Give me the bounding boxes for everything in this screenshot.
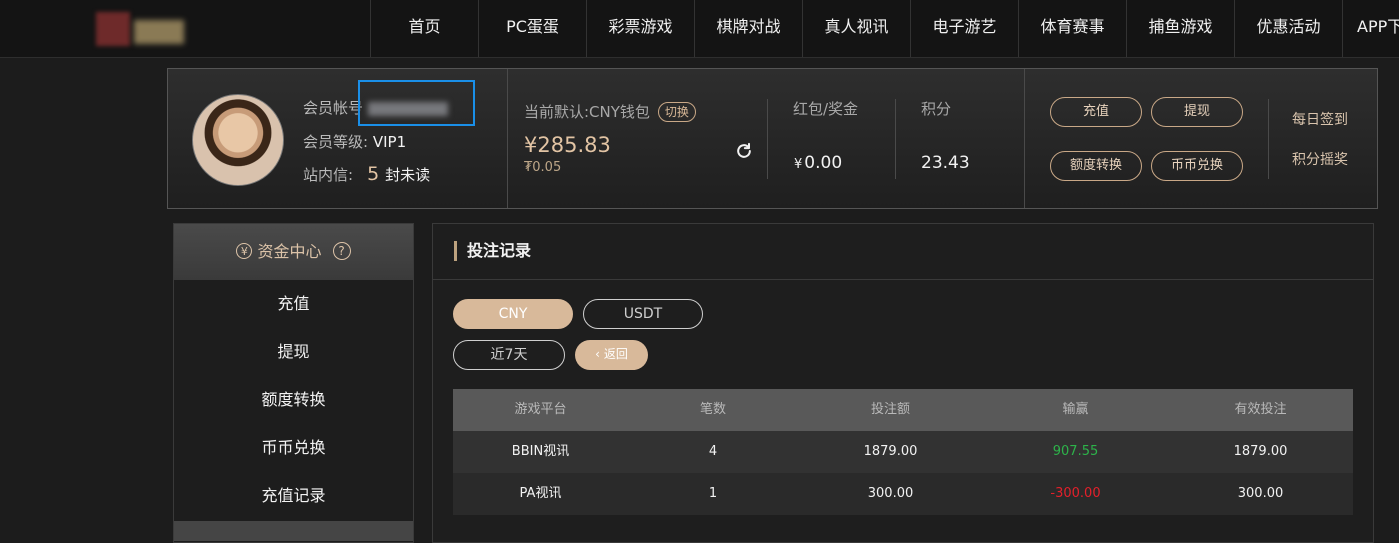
mail-unread-label[interactable]: 封未读 bbox=[385, 166, 430, 184]
mail-label: 站内信: bbox=[303, 166, 354, 184]
table-row[interactable]: BBIN视讯 4 1879.00 907.55 1879.00 bbox=[453, 431, 1353, 473]
divider bbox=[767, 99, 768, 179]
switch-wallet-button[interactable]: 切换 bbox=[657, 102, 696, 122]
table-row[interactable]: PA视讯 1 300.00 -300.00 300.00 bbox=[453, 473, 1353, 515]
selection-highlight-box bbox=[358, 80, 475, 126]
logo-emblem bbox=[96, 12, 130, 46]
sidebar-header: ¥ 资金中心 ? bbox=[174, 224, 413, 280]
sidebar-item-withdraw[interactable]: 提现 bbox=[174, 328, 413, 376]
nav-lottery[interactable]: 彩票游戏 bbox=[586, 0, 694, 57]
col-platform: 游戏平台 bbox=[514, 402, 567, 417]
fund-center-sidebar: ¥ 资金中心 ? 充值 提现 额度转换 币币兑换 充值记录 bbox=[173, 223, 414, 543]
sidebar-item-active[interactable] bbox=[174, 521, 413, 541]
avatar[interactable] bbox=[192, 94, 284, 186]
page-title: 投注记录 bbox=[454, 241, 531, 261]
mail-row[interactable]: 站内信: 5 封未读 bbox=[303, 163, 430, 185]
table-header: 游戏平台 笔数 投注额 输赢 有效投注 bbox=[453, 389, 1353, 431]
panel-header: 投注记录 bbox=[433, 224, 1373, 280]
default-wallet-label: 当前默认:CNY钱包 bbox=[524, 103, 650, 121]
profile-panel: 会员帐号 会员等级: VIP1 站内信: 5 封未读 当前默认:CNY钱包 切换 ¥2… bbox=[167, 68, 1378, 209]
refresh-icon[interactable] bbox=[734, 141, 754, 161]
bet-records-table: 游戏平台 笔数 投注额 输赢 有效投注 BBIN视讯 4 1879.00 907… bbox=[453, 389, 1353, 515]
divider bbox=[895, 99, 896, 179]
col-count: 笔数 bbox=[699, 402, 726, 417]
logo-text-blurred bbox=[134, 20, 184, 44]
wallet-row: 当前默认:CNY钱包 切换 bbox=[524, 101, 696, 122]
level-row: 会员等级: VIP1 bbox=[303, 131, 406, 152]
nav-pc-egg[interactable]: PC蛋蛋 bbox=[478, 0, 586, 57]
redpacket-value: ¥0.00 bbox=[794, 153, 842, 173]
points-label: 积分 bbox=[921, 100, 952, 118]
nav-slots[interactable]: 电子游艺 bbox=[910, 0, 1018, 57]
points-value: 23.43 bbox=[921, 153, 970, 173]
sidebar-item-exchange[interactable]: 币币兑换 bbox=[174, 424, 413, 472]
nav-home[interactable]: 首页 bbox=[370, 0, 478, 57]
daily-signin-link[interactable]: 每日签到 bbox=[1292, 109, 1348, 129]
cell-valid-bet: 300.00 bbox=[1237, 486, 1284, 501]
main-nav: 首页 PC蛋蛋 彩票游戏 棋牌对战 真人视讯 电子游艺 体育赛事 捕鱼游戏 优惠… bbox=[370, 0, 1399, 57]
cell-bet-amount: 1879.00 bbox=[863, 444, 918, 459]
divider bbox=[507, 69, 508, 208]
divider bbox=[1024, 69, 1025, 208]
nav-fishing[interactable]: 捕鱼游戏 bbox=[1126, 0, 1234, 57]
nav-app-download[interactable]: APP下载 bbox=[1342, 0, 1399, 57]
divider bbox=[1268, 99, 1269, 179]
deposit-button[interactable]: 充值 bbox=[1050, 97, 1142, 127]
sidebar-item-deposit-records[interactable]: 充值记录 bbox=[174, 472, 413, 520]
site-logo[interactable] bbox=[96, 8, 186, 48]
col-bet-amount: 投注额 bbox=[870, 402, 910, 417]
cell-platform: BBIN视讯 bbox=[511, 444, 570, 459]
level-label: 会员等级: bbox=[303, 133, 369, 151]
sidebar-item-deposit[interactable]: 充值 bbox=[174, 280, 413, 328]
cell-win-loss: 907.55 bbox=[1052, 444, 1099, 459]
col-valid-bet: 有效投注 bbox=[1234, 402, 1287, 417]
wallet-balance: ¥285.83 bbox=[524, 133, 611, 157]
back-button[interactable]: ‹ 返回 bbox=[575, 340, 648, 370]
nav-live-casino[interactable]: 真人视讯 bbox=[802, 0, 910, 57]
cell-valid-bet: 1879.00 bbox=[1233, 444, 1288, 459]
nav-promotions[interactable]: 优惠活动 bbox=[1234, 0, 1342, 57]
currency-tab-usdt[interactable]: USDT bbox=[583, 299, 703, 329]
cell-win-loss: -300.00 bbox=[1050, 486, 1101, 501]
cell-count: 1 bbox=[708, 486, 718, 501]
cell-count: 4 bbox=[708, 444, 718, 459]
currency-tab-cny[interactable]: CNY bbox=[453, 299, 573, 329]
chevron-left-icon: ‹ bbox=[595, 347, 600, 361]
level-value: VIP1 bbox=[372, 133, 407, 151]
account-label: 会员帐号 bbox=[303, 99, 364, 117]
mail-count[interactable]: 5 bbox=[367, 163, 379, 185]
cell-bet-amount: 300.00 bbox=[867, 486, 914, 501]
cell-platform: PA视讯 bbox=[519, 486, 562, 501]
transfer-button[interactable]: 额度转换 bbox=[1050, 151, 1142, 181]
top-navbar: 首页 PC蛋蛋 彩票游戏 棋牌对战 真人视讯 电子游艺 体育赛事 捕鱼游戏 优惠… bbox=[0, 0, 1399, 58]
help-icon[interactable]: ? bbox=[332, 242, 351, 260]
coin-icon: ¥ bbox=[236, 243, 253, 259]
redpacket-currency: ¥ bbox=[794, 157, 803, 172]
sidebar-title: 资金中心 bbox=[257, 242, 322, 261]
nav-sports[interactable]: 体育赛事 bbox=[1018, 0, 1126, 57]
redpacket-label: 红包/奖金 bbox=[793, 100, 859, 118]
redpacket-amount: 0.00 bbox=[804, 153, 843, 173]
bet-records-panel: 投注记录 CNY USDT 近7天 ‹ 返回 游戏平台 笔数 投注额 输赢 有效… bbox=[432, 223, 1374, 543]
withdraw-button[interactable]: 提现 bbox=[1151, 97, 1243, 127]
nav-chess-cards[interactable]: 棋牌对战 bbox=[694, 0, 802, 57]
usdt-balance: ₮0.05 bbox=[524, 160, 562, 175]
col-win-loss: 输赢 bbox=[1062, 402, 1089, 417]
points-lottery-link[interactable]: 积分摇奖 bbox=[1292, 149, 1348, 169]
exchange-button[interactable]: 币币兑换 bbox=[1151, 151, 1243, 181]
sidebar-item-transfer[interactable]: 额度转换 bbox=[174, 376, 413, 424]
period-filter-7days[interactable]: 近7天 bbox=[453, 340, 565, 370]
back-label: 返回 bbox=[603, 347, 628, 361]
